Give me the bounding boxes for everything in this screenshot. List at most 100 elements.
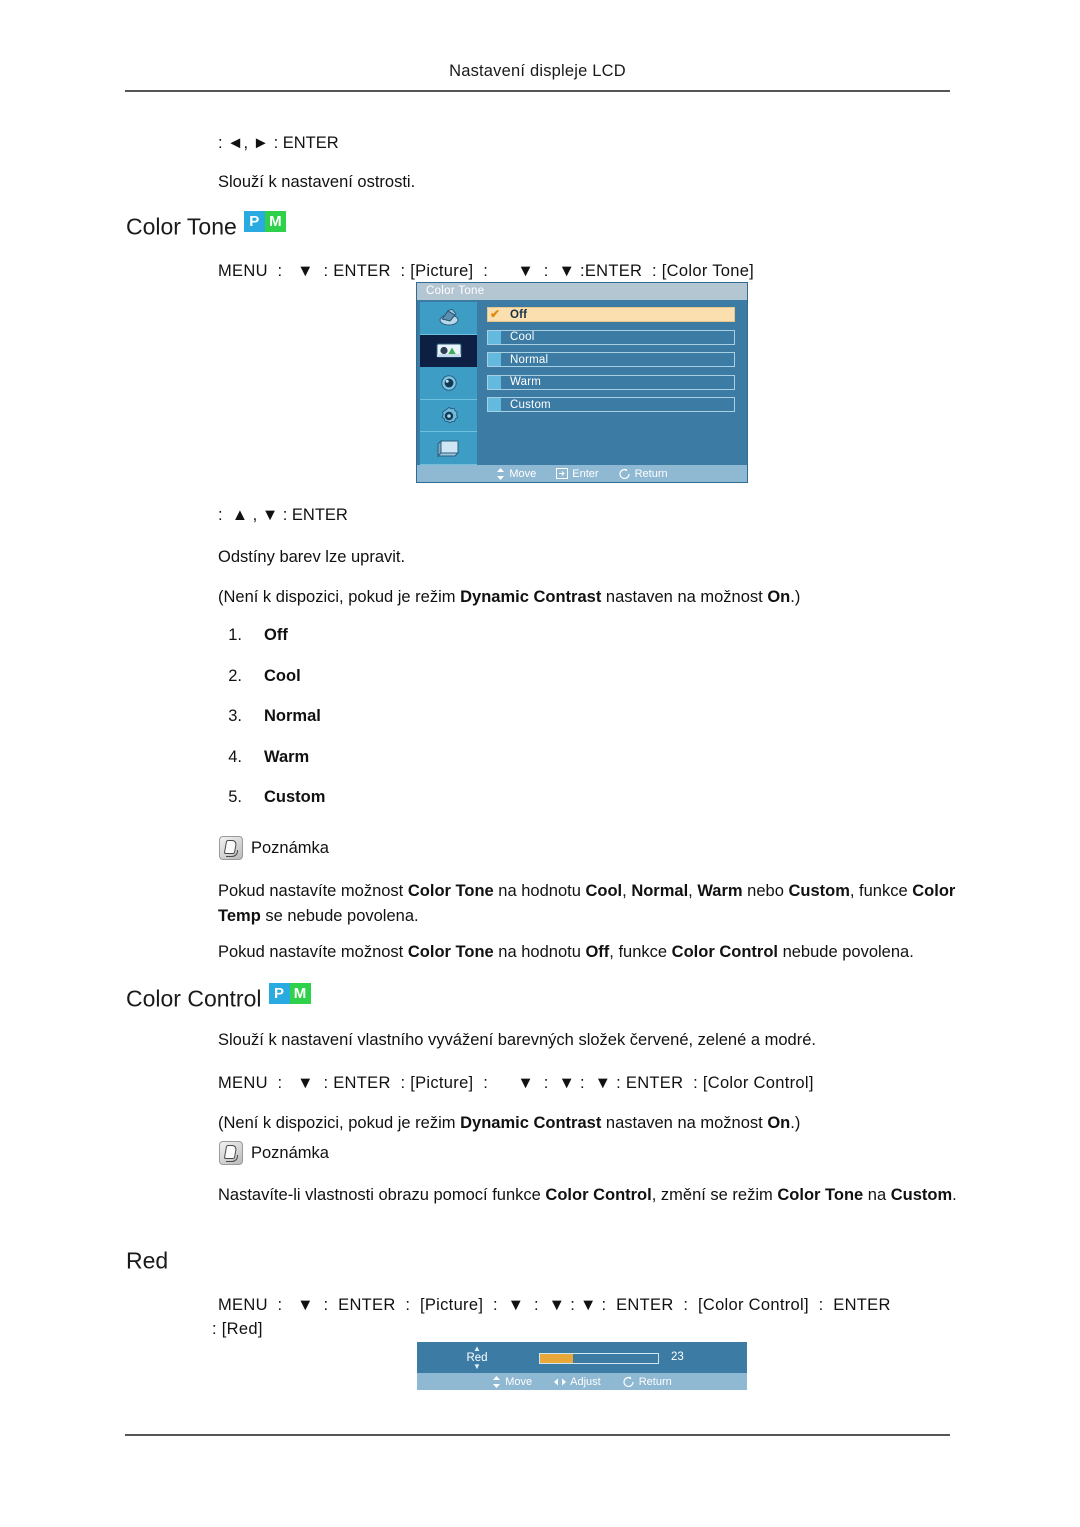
header-divider bbox=[125, 90, 950, 92]
check-icon: ✔ bbox=[490, 307, 501, 321]
osd-option-warm[interactable]: Warm bbox=[487, 374, 735, 390]
badge-p-icon: P bbox=[243, 211, 265, 233]
color-control-availability-note: (Není k dispozici, pokud je režim Dynami… bbox=[218, 1114, 801, 1132]
osd-red-slider[interactable] bbox=[539, 1353, 659, 1364]
color-tone-key-line: : ▲ , ▼ : ENTER bbox=[218, 506, 348, 524]
color-control-badges: PM bbox=[268, 983, 311, 1010]
osd-red-value: 23 bbox=[671, 1351, 684, 1363]
footer-enter: Enter bbox=[556, 467, 599, 480]
sharpness-description: Slouží k nastavení ostrosti. bbox=[218, 173, 416, 191]
red-heading-label: Red bbox=[126, 1247, 169, 1274]
color-control-description: Slouží k nastavení vlastního vyvážení ba… bbox=[218, 1031, 816, 1049]
osd-option-label: Custom bbox=[510, 398, 551, 411]
note-heading-1: Poznámka bbox=[219, 836, 329, 860]
color-control-heading-label: Color Control bbox=[126, 985, 262, 1012]
footer-return: Return bbox=[619, 468, 668, 480]
osd-red-row: ▲ Red ▼ 23 bbox=[417, 1342, 747, 1373]
note-label: Poznámka bbox=[251, 838, 329, 857]
list-item-label: Normal bbox=[264, 707, 321, 725]
return-icon bbox=[623, 1376, 634, 1387]
note-label: Poznámka bbox=[251, 1143, 329, 1162]
badge-m-icon: M bbox=[289, 983, 311, 1005]
setup-icon[interactable] bbox=[420, 399, 477, 433]
osd-option-label: Warm bbox=[510, 376, 542, 388]
color-tone-availability-note: (Není k dispozici, pokud je režim Dynami… bbox=[218, 585, 800, 610]
input-source-icon[interactable] bbox=[420, 302, 477, 335]
note-part-2: Dynamic Contrast bbox=[460, 588, 602, 606]
option-swatch bbox=[488, 330, 501, 344]
badge-p-icon: P bbox=[268, 983, 290, 1005]
footer-enter-label: Enter bbox=[572, 467, 599, 480]
osd-option-list: ✔ Off Cool Normal Warm Custom bbox=[477, 300, 747, 465]
osd-color-tone-panel: Color Tone ✔ Off Cool Normal Warm Custom… bbox=[417, 283, 747, 482]
footer-return-label: Return bbox=[634, 467, 668, 480]
option-swatch bbox=[488, 375, 501, 389]
osd-color-tone-body: ✔ Off Cool Normal Warm Custom bbox=[417, 300, 747, 465]
osd-red-footer: Move Adjust Return bbox=[417, 1373, 747, 1390]
list-item: 4. Warm bbox=[206, 748, 325, 789]
osd-sidebar bbox=[420, 302, 477, 465]
osd-option-label: Off bbox=[510, 308, 528, 321]
red-heading: Red bbox=[126, 1246, 168, 1274]
footer-move: Move bbox=[496, 467, 537, 480]
osd-option-normal[interactable]: Normal bbox=[487, 352, 735, 367]
note-pencil-icon bbox=[219, 1141, 243, 1165]
list-item-number: 3. bbox=[228, 707, 242, 725]
list-item-number: 2. bbox=[228, 666, 242, 685]
red-menu-path-line1: MENU : ▼ : ENTER : [Picture] : ▼ : ▼ : ▼… bbox=[218, 1296, 891, 1314]
page-header-title: Nastavení displeje LCD bbox=[449, 62, 626, 80]
osd-option-off[interactable]: ✔ Off bbox=[487, 307, 735, 322]
osd-red-label-group: ▲ Red ▼ bbox=[457, 1345, 497, 1371]
footer-divider bbox=[125, 1434, 950, 1436]
osd-option-custom[interactable]: Custom bbox=[487, 397, 735, 412]
footer-move: Move bbox=[492, 1375, 533, 1388]
osd-option-label: Normal bbox=[510, 353, 549, 366]
document-page: Nastavení displeje LCD : ◄, ► : ENTER Sl… bbox=[0, 0, 1080, 1527]
list-item-label: Off bbox=[264, 626, 288, 644]
footer-move-label: Move bbox=[509, 467, 537, 480]
list-item-number: 4. bbox=[228, 747, 242, 766]
adjust-leftright-icon bbox=[554, 1378, 567, 1385]
caret-down-icon: ▼ bbox=[473, 1362, 481, 1371]
footer-return-label: Return bbox=[638, 1375, 672, 1388]
osd-color-tone-footer: Move Enter Return bbox=[417, 465, 747, 482]
picture-icon[interactable] bbox=[420, 334, 477, 368]
color-tone-heading: Color Tone P M bbox=[126, 211, 286, 240]
badge-m-icon: M bbox=[264, 211, 286, 233]
list-item-number: 1. bbox=[228, 626, 242, 644]
option-swatch bbox=[488, 398, 501, 411]
move-updown-icon bbox=[497, 467, 505, 480]
list-item-label: Cool bbox=[264, 666, 301, 685]
color-tone-menu-path: MENU : ▼ : ENTER : [Picture] : ▼ : ▼ :EN… bbox=[218, 262, 755, 280]
footer-move-label: Move bbox=[505, 1375, 533, 1388]
sound-icon[interactable] bbox=[420, 367, 477, 400]
color-control-note-paragraph: Nastavíte-li vlastnosti obrazu pomocí fu… bbox=[218, 1186, 957, 1204]
note-part-1: (Není k dispozici, pokud je režim bbox=[218, 588, 461, 606]
note-heading-2: Poznámka bbox=[219, 1141, 329, 1165]
osd-option-cool[interactable]: Cool bbox=[487, 329, 735, 345]
list-item: 2. Cool bbox=[206, 667, 325, 708]
sharpness-key-line: : ◄, ► : ENTER bbox=[218, 134, 339, 152]
color-tone-option-list: 1. Off 2. Cool 3. Normal 4. Warm 5. Cust… bbox=[206, 626, 325, 829]
osd-red-panel: ▲ Red ▼ 23 Move Adjust Return bbox=[417, 1342, 747, 1390]
osd-option-label: Cool bbox=[510, 331, 535, 343]
list-item: 5. Custom bbox=[206, 788, 325, 829]
color-tone-description: Odstíny barev lze upravit. bbox=[218, 548, 406, 566]
move-updown-icon bbox=[493, 1375, 501, 1388]
color-tone-heading-label: Color Tone bbox=[126, 213, 237, 240]
enter-icon bbox=[556, 468, 569, 479]
note-pencil-icon bbox=[219, 836, 243, 860]
list-item-label: Custom bbox=[264, 788, 326, 806]
option-swatch bbox=[488, 353, 501, 366]
color-tone-badges: PM bbox=[243, 211, 286, 238]
color-control-heading: Color Control P M bbox=[126, 983, 311, 1012]
footer-adjust-label: Adjust bbox=[570, 1375, 601, 1388]
list-item: 3. Normal bbox=[206, 707, 325, 748]
list-item: 1. Off bbox=[206, 626, 325, 667]
red-menu-path-line2: : [Red] bbox=[212, 1320, 263, 1338]
osd-color-tone-title: Color Tone bbox=[417, 283, 747, 300]
footer-adjust: Adjust bbox=[554, 1376, 601, 1388]
osd-red-slider-fill bbox=[540, 1354, 574, 1363]
color-tone-note-paragraph-2: Pokud nastavíte možnost Color Tone na ho… bbox=[218, 943, 914, 961]
multi-control-icon[interactable] bbox=[420, 432, 477, 465]
